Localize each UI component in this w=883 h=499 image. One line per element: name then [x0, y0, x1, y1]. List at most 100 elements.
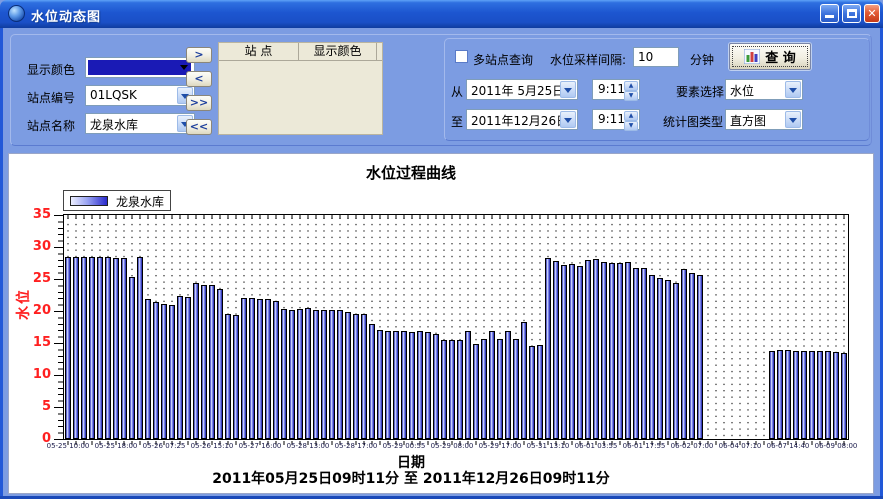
bar	[585, 260, 591, 439]
x-axis-top-ticks	[64, 215, 848, 219]
chart-type-value: 直方图	[730, 112, 766, 129]
bar	[841, 353, 847, 439]
close-icon: ✕	[867, 7, 876, 20]
maximize-button[interactable]	[842, 4, 861, 23]
bar	[249, 298, 255, 439]
window-border-left	[0, 28, 3, 499]
bar	[489, 331, 495, 439]
multi-station-checkbox[interactable]	[455, 50, 468, 63]
bar	[257, 299, 263, 439]
legend-swatch	[70, 196, 108, 206]
bar	[545, 258, 551, 439]
from-date-dropdown-button[interactable]	[560, 81, 576, 98]
x-tick-label: 05-29 17:00	[479, 442, 522, 450]
station-code-combobox[interactable]: 01LQSK	[85, 85, 195, 106]
minimize-icon	[825, 15, 834, 18]
move-all-left-button[interactable]: <<	[186, 119, 212, 135]
bar	[113, 258, 119, 439]
station-name-value: 龙泉水库	[90, 116, 138, 133]
x-axis-labels: 05-25 10:0005-25 18:0005-26 07:2505-26 1…	[64, 442, 848, 452]
from-time-spinner[interactable]: 9:11 ▲▼	[592, 79, 640, 100]
bar	[73, 257, 79, 439]
bar	[609, 263, 615, 439]
bar	[313, 310, 319, 439]
station-name-combobox[interactable]: 龙泉水库	[85, 113, 195, 134]
plot-area	[63, 214, 849, 440]
to-label: 至	[451, 113, 463, 130]
bar	[553, 261, 559, 439]
query-button-label: 查 询	[765, 47, 796, 66]
to-date-dropdown-button[interactable]	[560, 111, 576, 128]
selected-stations-list[interactable]: 站 点 显示颜色	[218, 42, 383, 135]
x-tick-label: 06-09 08:00	[815, 442, 858, 450]
query-button[interactable]: 查 询	[729, 43, 811, 70]
titlebar[interactable]: 水位动态图 ✕	[0, 0, 883, 28]
bar	[273, 301, 279, 439]
element-label: 要素选择	[676, 83, 724, 100]
bar	[409, 332, 415, 439]
minimize-button[interactable]	[820, 4, 839, 23]
spin-up-icon[interactable]: ▲	[624, 111, 638, 121]
bar	[201, 285, 207, 439]
display-color-dropdown[interactable]	[85, 57, 195, 78]
bar	[649, 275, 655, 439]
bar	[305, 308, 311, 439]
multi-station-label: 多站点查询	[473, 51, 533, 68]
bar	[625, 262, 631, 439]
bar	[809, 351, 815, 439]
x-tick-label: 06-01 17:55	[623, 442, 666, 450]
element-dropdown-button[interactable]	[785, 81, 801, 98]
x-tick-label: 05-28 13:00	[287, 442, 330, 450]
interval-input[interactable]: 10	[633, 47, 679, 67]
bar	[329, 310, 335, 439]
y-axis-labels: 05101520253035	[23, 214, 51, 449]
bar	[81, 257, 87, 439]
bar	[105, 257, 111, 439]
bar	[537, 345, 543, 439]
bar	[145, 299, 151, 439]
bar	[465, 331, 471, 439]
bar	[505, 331, 511, 439]
x-tick-label: 06-02 07:00	[671, 442, 714, 450]
y-tick-label: 30	[23, 239, 51, 254]
display-color-label: 显示颜色	[27, 61, 75, 78]
bar	[65, 257, 71, 439]
close-button[interactable]: ✕	[864, 4, 880, 23]
to-date-picker[interactable]: 2011年12月26日	[466, 109, 578, 130]
water-level-window: 水位动态图 ✕ 显示颜色 站点编号 01LQSK 站点名称 龙泉水库 > < >…	[0, 0, 883, 499]
bar	[217, 289, 223, 439]
bar	[689, 273, 695, 439]
x-tick-label: 05-29 00:55	[383, 442, 426, 450]
bar	[385, 331, 391, 439]
to-time-spinner[interactable]: 9:11 ▲▼	[592, 109, 640, 130]
spin-up-icon[interactable]: ▲	[624, 81, 638, 91]
bar	[361, 314, 367, 439]
spin-down-icon[interactable]: ▼	[624, 91, 638, 101]
bar	[593, 259, 599, 439]
bar	[337, 310, 343, 439]
list-header-color[interactable]: 显示颜色	[299, 43, 377, 60]
move-all-right-button[interactable]: >>	[186, 95, 212, 111]
x-tick-label: 05-29 08:00	[431, 442, 474, 450]
station-name-label: 站点名称	[27, 117, 75, 134]
bar	[697, 275, 703, 439]
bar	[633, 268, 639, 439]
chart-type-dropdown-button[interactable]	[785, 111, 801, 128]
move-right-button[interactable]: >	[186, 47, 212, 63]
interval-unit-label: 分钟	[690, 51, 714, 68]
move-left-button[interactable]: <	[186, 71, 212, 87]
to-date-value: 2011年12月26日	[471, 112, 568, 129]
x-tick-label: 05-27 16:00	[239, 442, 282, 450]
spin-down-icon[interactable]: ▼	[624, 121, 638, 131]
selected-color-swatch	[88, 60, 191, 75]
chart-type-combobox[interactable]: 直方图	[725, 109, 803, 130]
bar	[425, 332, 431, 439]
bar	[777, 350, 783, 439]
bar	[97, 257, 103, 439]
from-date-picker[interactable]: 2011年 5月25日	[466, 79, 578, 100]
list-header-station[interactable]: 站 点	[219, 43, 299, 60]
element-combobox[interactable]: 水位	[725, 79, 803, 100]
bar	[225, 314, 231, 439]
element-value: 水位	[730, 82, 754, 99]
bar	[577, 266, 583, 439]
